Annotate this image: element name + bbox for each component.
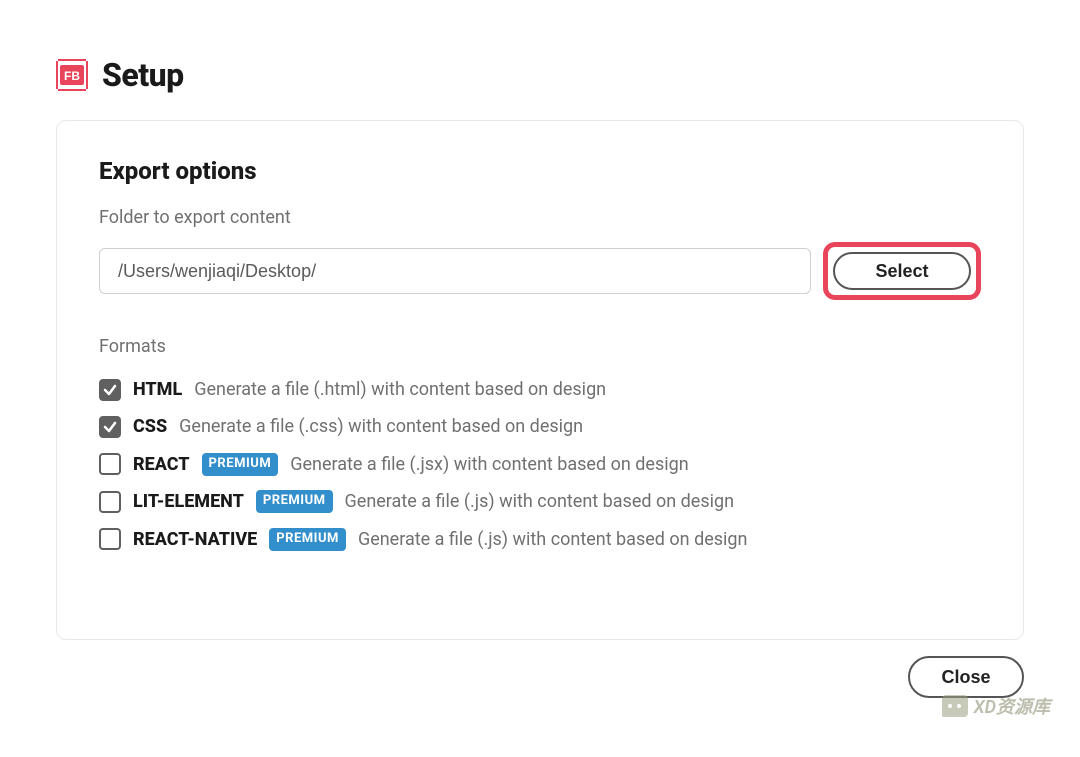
format-row-react-native: REACT-NATIVE PREMIUM Generate a file (.j… [99,521,981,558]
page-header: FB Setup [56,56,1024,94]
format-name: REACT-NATIVE [133,528,257,551]
format-name: CSS [133,415,167,438]
svg-text:FB: FB [64,69,80,83]
format-row-css: CSS Generate a file (.css) with content … [99,408,981,445]
format-row-react: REACT PREMIUM Generate a file (.jsx) wit… [99,446,981,483]
format-name: HTML [133,378,182,401]
format-desc: Generate a file (.html) with content bas… [194,378,606,401]
export-options-panel: Export options Folder to export content … [56,120,1024,640]
formats-label: Formats [99,336,981,357]
select-button-highlight: Select [823,242,981,300]
page-title: Setup [102,56,184,94]
folder-label: Folder to export content [99,207,981,228]
format-desc: Generate a file (.js) with content based… [358,528,748,551]
fb-app-icon: FB [56,59,88,91]
close-button[interactable]: Close [908,656,1024,698]
watermark: XD资源库 [942,693,1050,719]
watermark-text: XD资源库 [974,693,1050,719]
premium-badge: PREMIUM [202,453,279,476]
format-desc: Generate a file (.css) with content base… [179,415,583,438]
wechat-icon [942,695,968,717]
format-name: REACT [133,453,190,476]
checkbox-html[interactable] [99,379,121,401]
select-folder-button[interactable]: Select [833,252,971,290]
format-desc: Generate a file (.js) with content based… [345,490,735,513]
format-name: LIT-ELEMENT [133,490,244,513]
folder-path-input[interactable] [99,248,811,294]
folder-row: Select [99,242,981,300]
section-title: Export options [99,157,981,185]
format-desc: Generate a file (.jsx) with content base… [290,453,688,476]
footer: Close [908,656,1024,698]
checkbox-react[interactable] [99,453,121,475]
format-row-html: HTML Generate a file (.html) with conten… [99,371,981,408]
checkbox-react-native[interactable] [99,528,121,550]
premium-badge: PREMIUM [269,528,346,551]
premium-badge: PREMIUM [256,490,333,513]
checkbox-css[interactable] [99,416,121,438]
checkbox-lit-element[interactable] [99,491,121,513]
format-row-lit-element: LIT-ELEMENT PREMIUM Generate a file (.js… [99,483,981,520]
